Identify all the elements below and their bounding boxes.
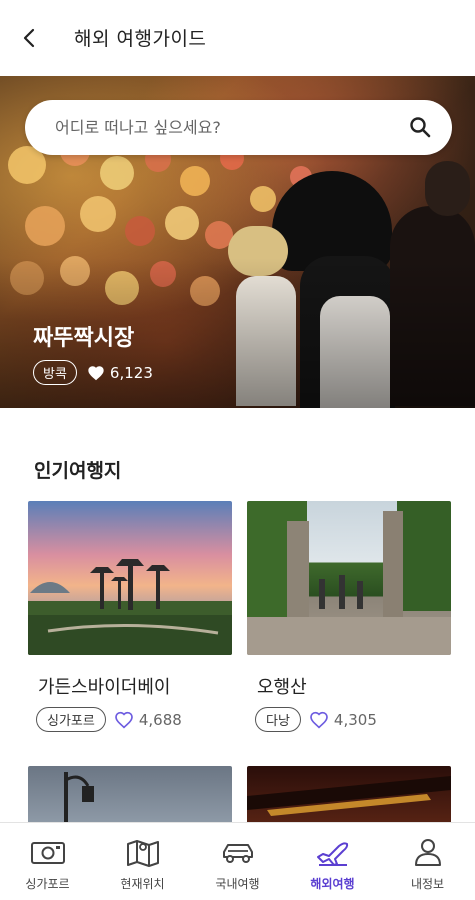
search-bar[interactable] — [25, 100, 452, 155]
nav-item-singapore[interactable]: 싱가포르 — [0, 823, 95, 900]
lantern-decoration — [180, 166, 210, 196]
nav-item-overseas[interactable]: 해외여행 — [285, 823, 380, 900]
park-illustration — [247, 501, 451, 655]
streetlamp-illustration — [64, 772, 94, 822]
person-icon — [414, 839, 441, 866]
destination-card[interactable]: 가든스바이더베이 싱가포르 4,688 — [28, 501, 232, 741]
destination-like-count: 4,305 — [333, 710, 377, 729]
destination-location-tag: 다낭 — [255, 707, 301, 732]
nav-label: 국내여행 — [215, 877, 260, 891]
nav-item-my-info[interactable]: 내정보 — [380, 823, 475, 900]
lantern-decoration — [80, 196, 116, 232]
section-title-popular: 인기여행지 — [34, 460, 122, 482]
nav-label: 싱가포르 — [25, 877, 70, 891]
heart-filled-icon — [88, 365, 104, 380]
destination-image — [28, 501, 232, 655]
airplane-icon — [316, 842, 348, 866]
page-title: 해외 여행가이드 — [74, 28, 207, 50]
lantern-decoration — [250, 186, 276, 212]
back-button[interactable] — [14, 22, 46, 54]
lantern-decoration — [100, 156, 134, 190]
heart-outline-icon[interactable] — [309, 711, 329, 729]
person-silhouette — [425, 161, 470, 216]
destination-image — [28, 766, 232, 822]
chevron-left-icon — [23, 28, 35, 48]
search-input[interactable] — [55, 100, 395, 155]
bottom-nav: 싱가포르 현재위치 국내여행 해외여행 내정보 — [0, 822, 475, 900]
car-icon — [222, 844, 253, 863]
temple-roof-illustration — [247, 776, 451, 816]
camera-icon — [30, 842, 65, 864]
nav-label: 해외여행 — [310, 877, 355, 891]
destination-card[interactable] — [28, 766, 232, 822]
destination-card[interactable] — [247, 766, 451, 822]
lantern-decoration — [165, 206, 199, 240]
hero-meta: 방콕 6,123 — [33, 360, 153, 385]
nav-item-domestic[interactable]: 국내여행 — [190, 823, 285, 900]
destination-like-count: 4,688 — [138, 710, 182, 729]
destination-name: 가든스바이더베이 — [38, 677, 171, 698]
map-icon — [126, 840, 159, 867]
destination-image — [247, 766, 451, 822]
hero-title: 짜뚜짝시장 — [33, 326, 135, 351]
search-icon[interactable] — [408, 115, 432, 139]
nav-label: 내정보 — [410, 877, 445, 891]
destination-name: 오행산 — [257, 677, 307, 698]
nav-item-current-location[interactable]: 현재위치 — [95, 823, 190, 900]
heart-outline-icon[interactable] — [114, 711, 134, 729]
hero-like-count: 6,123 — [109, 363, 153, 382]
destination-meta: 다낭 4,305 — [255, 707, 377, 732]
hero-location-tag: 방콕 — [33, 360, 77, 385]
supertree-illustration — [28, 559, 232, 655]
lantern-decoration — [125, 216, 155, 246]
destination-card[interactable]: 오행산 다낭 4,305 — [247, 501, 451, 741]
destination-location-tag: 싱가포르 — [36, 707, 106, 732]
lantern-decoration — [25, 206, 65, 246]
destination-image — [247, 501, 451, 655]
nav-label: 현재위치 — [120, 877, 165, 891]
destination-meta: 싱가포르 4,688 — [36, 707, 182, 732]
app-header: 해외 여행가이드 — [0, 0, 475, 76]
